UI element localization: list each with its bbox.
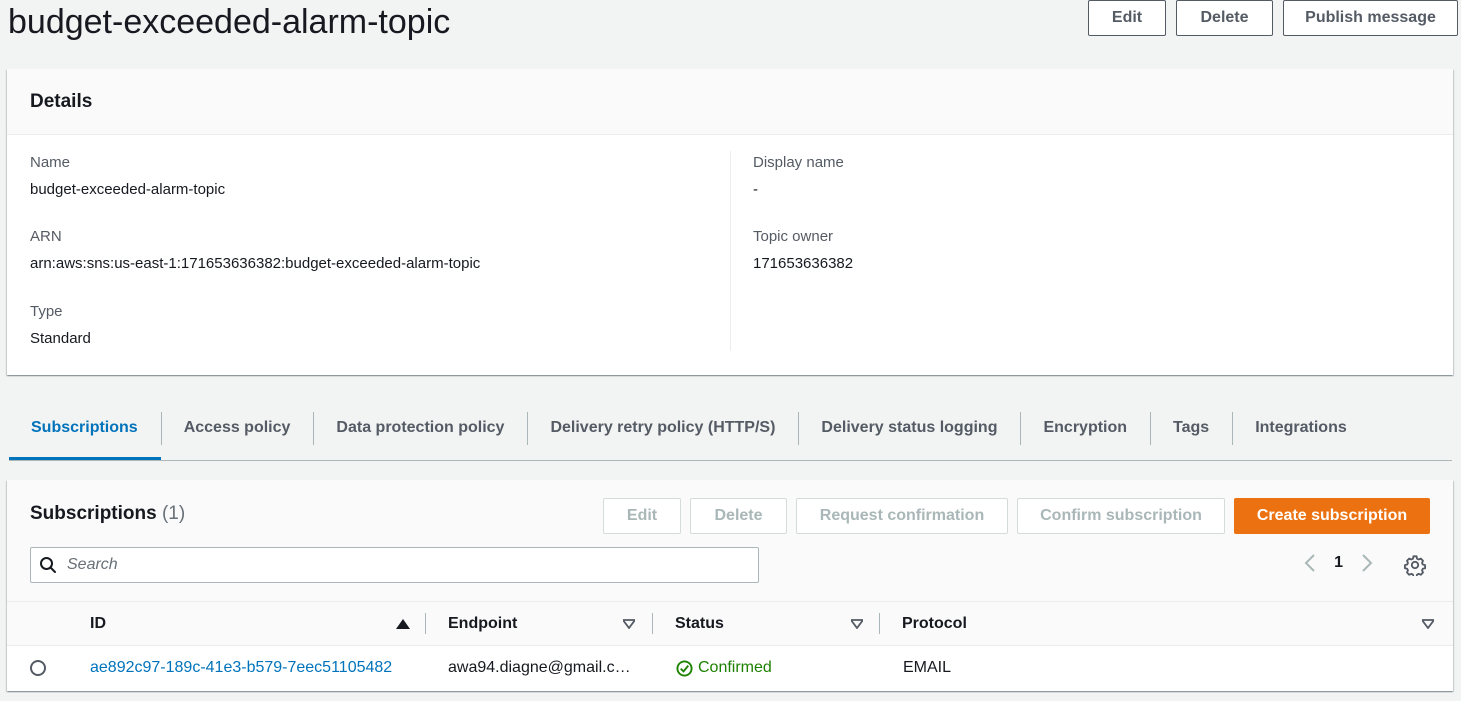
topic-owner-label: Topic owner <box>753 228 834 245</box>
arn-label: ARN <box>30 228 62 245</box>
delete-topic-button[interactable]: Delete <box>1176 0 1273 36</box>
delete-subscription-button[interactable]: Delete <box>690 498 787 534</box>
tab-subscriptions[interactable]: Subscriptions <box>9 396 161 460</box>
protocol-cell: EMAIL <box>903 659 952 676</box>
type-value: Standard <box>30 330 91 347</box>
row-select-radio-cell <box>30 646 46 690</box>
topic-owner-value: 171653636382 <box>753 255 854 272</box>
details-body: Name budget-exceeded-alarm-topic ARN arn… <box>7 135 1453 375</box>
sort-icon[interactable] <box>623 602 635 646</box>
column-separator <box>425 613 426 634</box>
search-icon <box>40 557 56 573</box>
name-field: Name budget-exceeded-alarm-topic <box>30 153 225 200</box>
endpoint-cell: awa94.diagne@gmail.c… <box>448 659 631 676</box>
page-number[interactable]: 1 <box>1334 554 1343 572</box>
chevron-left-icon[interactable] <box>1304 553 1316 573</box>
confirm-subscription-button[interactable]: Confirm subscription <box>1017 498 1225 534</box>
column-header-status[interactable]: Status <box>675 602 724 646</box>
column-divider <box>730 151 731 351</box>
sort-icon[interactable] <box>851 602 863 646</box>
column-header-id[interactable]: ID <box>90 602 106 646</box>
table-header: ID Endpoint Status Protocol <box>7 602 1453 646</box>
details-title: Details <box>30 90 93 112</box>
header-actions: Edit Delete Publish message <box>1088 0 1458 36</box>
page-title: budget-exceeded-alarm-topic <box>8 3 451 41</box>
tab-delivery-status-logging[interactable]: Delivery status logging <box>798 396 1020 460</box>
sort-icon[interactable] <box>1422 602 1434 646</box>
gear-icon[interactable] <box>1404 554 1426 576</box>
subscriptions-title: Subscriptions (1) <box>30 503 185 525</box>
column-header-protocol[interactable]: Protocol <box>902 602 967 646</box>
details-panel: Details Name budget-exceeded-alarm-topic… <box>7 69 1453 375</box>
tab-encryption[interactable]: Encryption <box>1020 396 1150 460</box>
search-input[interactable] <box>65 555 745 575</box>
tab-integrations[interactable]: Integrations <box>1232 396 1370 460</box>
display-name-value: - <box>753 181 758 198</box>
column-header-endpoint[interactable]: Endpoint <box>448 602 517 646</box>
table-row[interactable]: ae892c97-189c-41e3-b579-7eec51105482 awa… <box>7 646 1453 690</box>
tab-access-policy[interactable]: Access policy <box>160 396 314 460</box>
subscriptions-count: (1) <box>161 503 186 524</box>
edit-topic-button[interactable]: Edit <box>1088 0 1166 36</box>
publish-message-button[interactable]: Publish message <box>1283 0 1458 36</box>
tab-data-protection-policy[interactable]: Data protection policy <box>313 396 527 460</box>
status-badge: Confirmed <box>676 659 772 677</box>
type-label: Type <box>30 303 63 320</box>
subscriptions-actions: Edit Delete Request confirmation Confirm… <box>603 498 1430 534</box>
column-separator <box>652 613 653 634</box>
subscriptions-title-text: Subscriptions <box>30 503 157 524</box>
name-value: budget-exceeded-alarm-topic <box>30 181 226 198</box>
chevron-right-icon[interactable] <box>1361 553 1373 573</box>
display-name-field: Display name - <box>753 153 844 200</box>
topic-tabs: Subscriptions Access policy Data protect… <box>9 396 1452 461</box>
request-confirmation-button[interactable]: Request confirmation <box>796 498 1008 534</box>
sort-ascending-icon[interactable] <box>396 602 410 646</box>
status-cell: Confirmed <box>676 646 772 690</box>
topic-owner-field: Topic owner 171653636382 <box>753 227 853 274</box>
status-text: Confirmed <box>698 659 772 676</box>
search-box[interactable] <box>30 547 759 583</box>
row-select-radio[interactable] <box>30 660 46 676</box>
type-field: Type Standard <box>30 302 91 349</box>
tab-delivery-retry-policy[interactable]: Delivery retry policy (HTTP/S) <box>527 396 798 460</box>
subscription-id-link[interactable]: ae892c97-189c-41e3-b579-7eec51105482 <box>90 659 392 677</box>
arn-field: ARN arn:aws:sns:us-east-1:171653636382:b… <box>30 227 480 274</box>
name-label: Name <box>30 154 71 171</box>
details-header: Details <box>7 69 1453 135</box>
create-subscription-button[interactable]: Create subscription <box>1234 498 1430 534</box>
display-name-label: Display name <box>753 154 844 171</box>
tab-tags[interactable]: Tags <box>1150 396 1232 460</box>
check-circle-icon <box>676 659 693 677</box>
subscriptions-header: Subscriptions (1) Edit Delete Request co… <box>7 480 1453 602</box>
subscription-id-cell: ae892c97-189c-41e3-b579-7eec51105482 <box>90 646 392 690</box>
pagination: 1 <box>1304 553 1373 573</box>
edit-subscription-button[interactable]: Edit <box>603 498 681 534</box>
column-separator <box>879 613 880 634</box>
arn-value: arn:aws:sns:us-east-1:171653636382:budge… <box>30 255 481 272</box>
subscriptions-panel: Subscriptions (1) Edit Delete Request co… <box>7 480 1453 691</box>
